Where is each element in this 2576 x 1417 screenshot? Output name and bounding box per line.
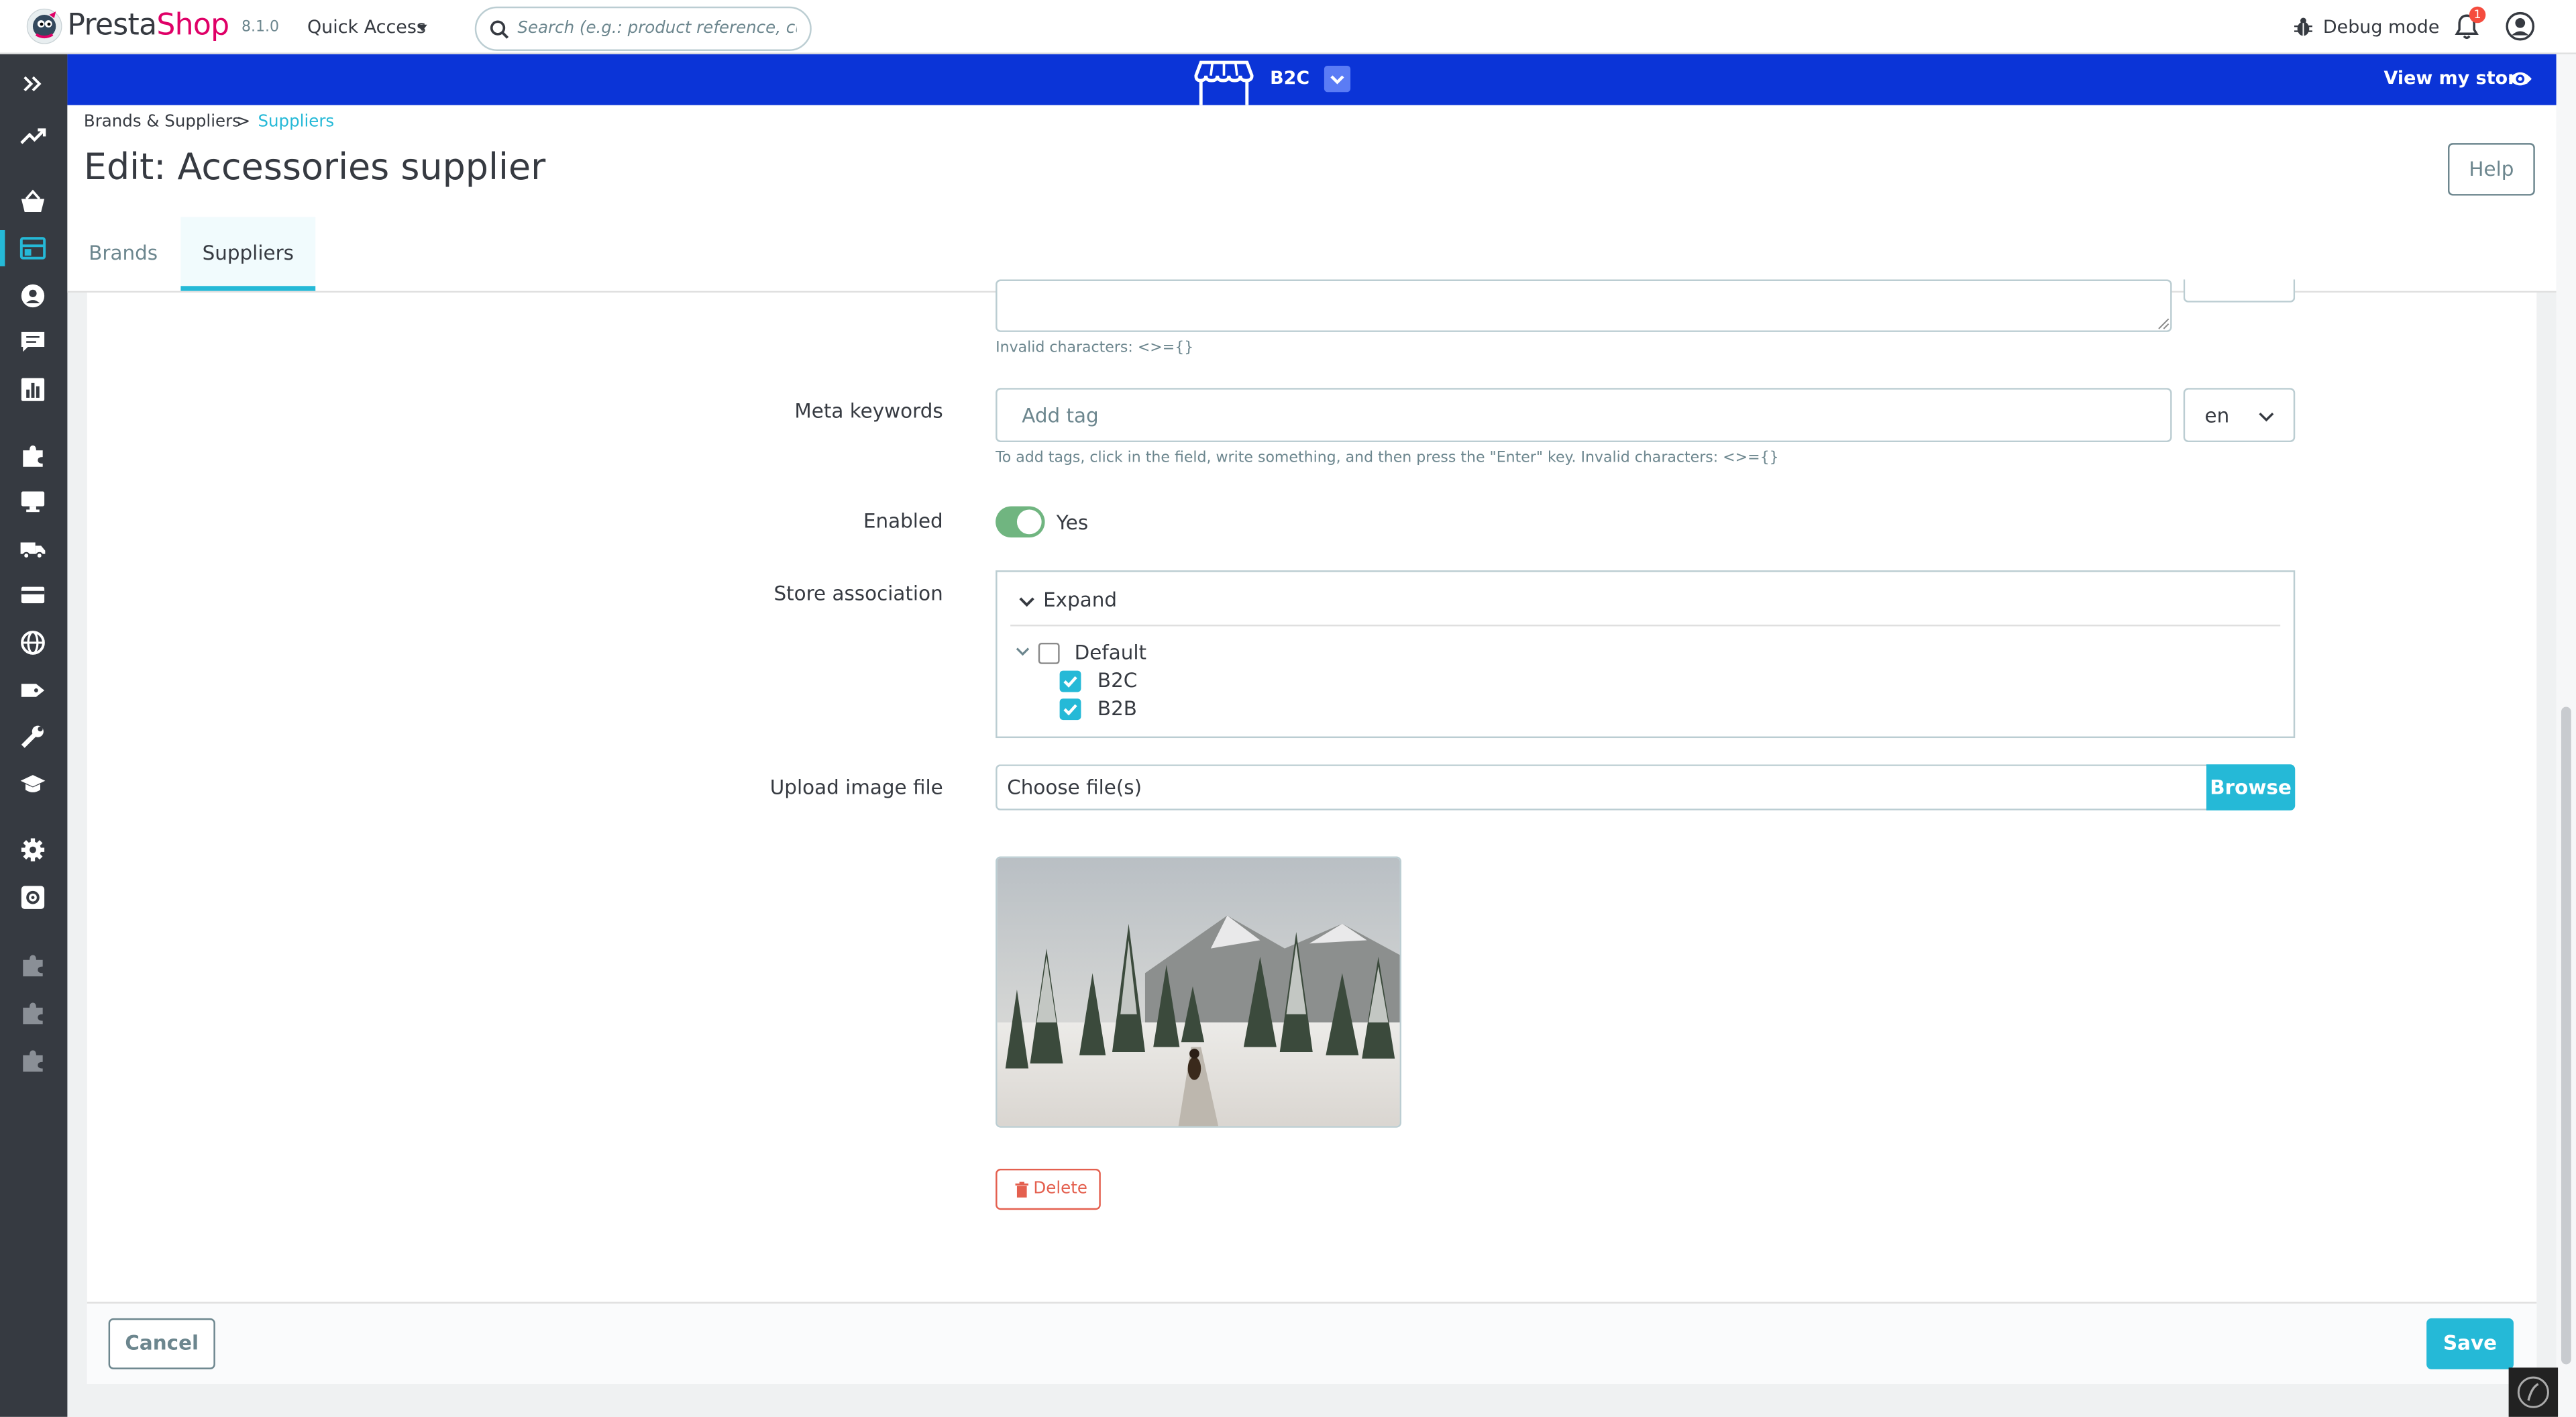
language-value: en [2204, 404, 2230, 427]
supplier-image-preview [996, 856, 1401, 1128]
tag-placeholder: Add tag [1022, 404, 1099, 427]
payment-icon[interactable] [19, 582, 46, 608]
check-icon [1063, 676, 1077, 688]
toggle-knob [1016, 509, 1042, 535]
check-icon [1063, 704, 1077, 716]
bug-icon [2294, 17, 2313, 38]
international-icon[interactable] [19, 629, 46, 655]
help-button[interactable]: Help [2448, 143, 2535, 196]
brand-name[interactable]: PrestaShop [67, 8, 229, 42]
multistore-header: B2C View my store [67, 54, 2557, 105]
divider [1010, 625, 2281, 627]
module-icon[interactable] [19, 1047, 46, 1073]
collapse-icon[interactable] [19, 70, 46, 97]
current-store-name: B2C [1270, 67, 1310, 89]
chevron-down-icon [1016, 647, 1030, 656]
quick-access-menu[interactable]: Quick Access [307, 17, 426, 38]
configure-icon[interactable] [19, 884, 46, 910]
academy-icon[interactable] [19, 771, 46, 797]
orders-icon[interactable] [19, 189, 46, 215]
sidebar-active-indicator [0, 230, 5, 266]
stats-icon[interactable] [19, 376, 46, 403]
meta-description-textarea[interactable] [996, 279, 2172, 332]
form-footer: Cancel Save [87, 1302, 2537, 1384]
upload-image-label: Upload image file [769, 776, 943, 799]
notification-badge: 1 [2469, 6, 2486, 23]
page-title: Edit: Accessories supplier [83, 148, 546, 189]
advanced-icon[interactable] [19, 723, 46, 749]
store-checkbox-b2c[interactable] [1059, 670, 1081, 692]
store-checkbox-default[interactable] [1038, 642, 1060, 664]
shipping-icon[interactable] [19, 536, 46, 562]
search-input[interactable]: Search (e.g.: product reference, custon [474, 6, 812, 51]
language-select-top[interactable] [2183, 279, 2296, 303]
delete-image-button[interactable]: Delete [996, 1168, 1101, 1210]
top-header: PrestaShop 8.1.0 Quick Access Search (e.… [0, 0, 2576, 54]
chevron-down-icon [1330, 75, 1344, 85]
enabled-toggle[interactable] [996, 506, 1045, 538]
dashboard-icon[interactable] [19, 123, 46, 150]
meta-keywords-hint: To add tags, click in the field, write s… [996, 450, 1779, 467]
module-icon[interactable] [19, 1000, 46, 1026]
file-placeholder: Choose file(s) [1007, 776, 1142, 799]
meta-keywords-input[interactable]: Add tag [996, 388, 2172, 443]
marketing-icon[interactable] [19, 677, 46, 703]
store-association-tree: Expand Default B2C B2B [996, 570, 2296, 739]
tab-brands[interactable]: Brands [67, 217, 179, 291]
meta-description-hint: Invalid characters: <>={} [996, 340, 1194, 357]
symfony-toolbar-icon[interactable] [2508, 1367, 2559, 1417]
store-name-default: Default [1074, 641, 1147, 664]
expand-button[interactable]: Expand [1043, 588, 1117, 611]
settings-icon[interactable] [19, 837, 46, 863]
enabled-label: Enabled [863, 509, 943, 533]
modules-icon[interactable] [19, 442, 46, 468]
store-name-b2b: B2B [1097, 696, 1137, 721]
scrollbar-thumb[interactable] [2561, 706, 2571, 1365]
eye-icon[interactable] [2507, 69, 2533, 89]
enabled-value: Yes [1056, 511, 1089, 535]
snowy-forest-image [997, 857, 1400, 1126]
file-input[interactable]: Choose file(s) [996, 764, 2208, 810]
search-icon [490, 19, 509, 39]
chevron-down-icon [2259, 412, 2274, 422]
tab-suppliers[interactable]: Suppliers [180, 217, 316, 291]
resize-handle-icon [2158, 318, 2169, 329]
delete-label: Delete [1033, 1180, 1087, 1199]
search-placeholder: Search (e.g.: product reference, custon [517, 19, 796, 38]
sidebar-nav [0, 54, 68, 1417]
module-icon[interactable] [19, 952, 46, 978]
user-account-icon[interactable] [2506, 11, 2535, 41]
save-button[interactable]: Save [2426, 1318, 2514, 1369]
breadcrumb-separator: > [236, 113, 251, 132]
catalog-icon[interactable] [19, 235, 46, 261]
trash-icon [1015, 1182, 1029, 1198]
store-name-b2c: B2C [1097, 669, 1138, 692]
browse-button[interactable]: Browse [2206, 764, 2296, 810]
page-header: Brands & Suppliers > Suppliers Edit: Acc… [67, 105, 2557, 293]
store-icon [1194, 59, 1254, 105]
chevron-down-icon[interactable] [417, 24, 427, 32]
debug-mode-label[interactable]: Debug mode [2323, 17, 2440, 38]
breadcrumb-parent[interactable]: Brands & Suppliers [84, 113, 241, 132]
breadcrumb-current[interactable]: Suppliers [258, 113, 334, 132]
store-checkbox-b2b[interactable] [1059, 698, 1081, 721]
design-icon[interactable] [19, 488, 46, 515]
store-association-label: Store association [773, 582, 943, 605]
language-select[interactable]: en [2183, 388, 2296, 443]
store-switcher-button[interactable] [1324, 66, 1351, 93]
prestashop-logo-icon[interactable] [26, 8, 62, 44]
messages-icon[interactable] [19, 329, 46, 355]
version-label: 8.1.0 [241, 19, 280, 36]
meta-keywords-label: Meta keywords [794, 399, 943, 423]
chevron-down-icon [1019, 597, 1034, 607]
customers-icon[interactable] [19, 282, 46, 309]
supplier-form: Invalid characters: <>={} Meta keywords … [87, 279, 2537, 1384]
cancel-button[interactable]: Cancel [108, 1318, 215, 1369]
